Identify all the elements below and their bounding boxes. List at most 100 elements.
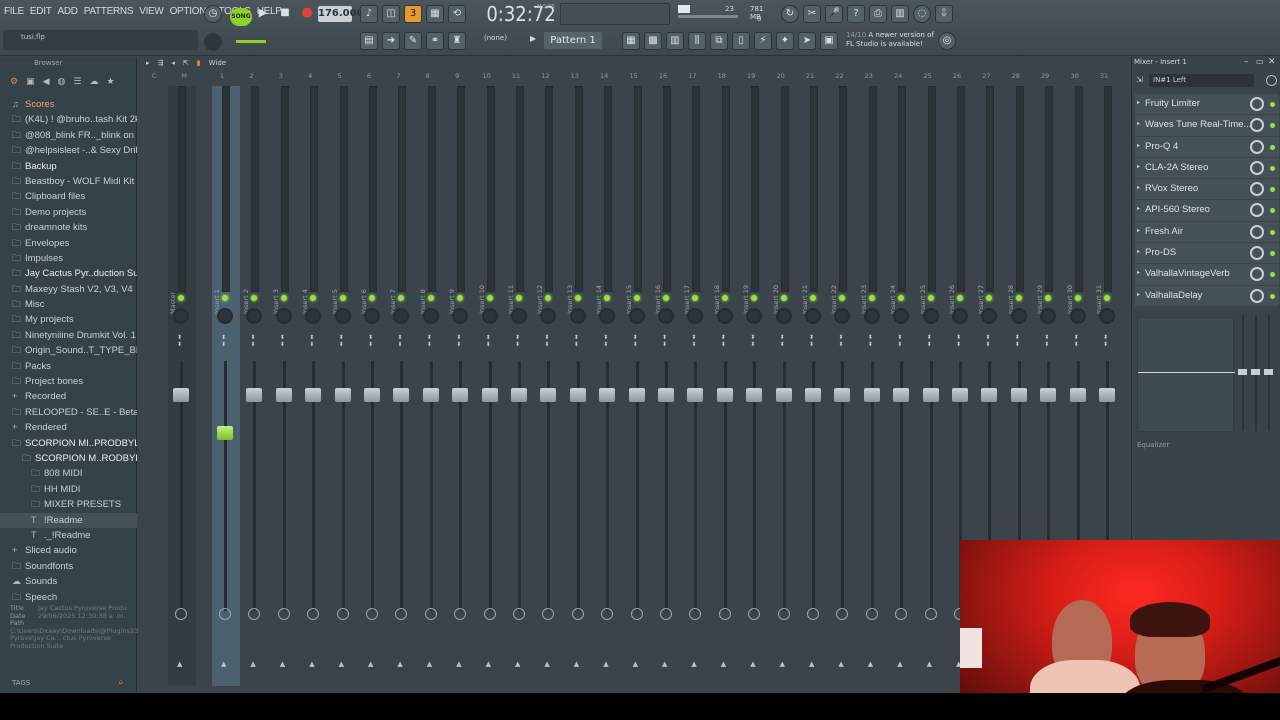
volume-fader[interactable] bbox=[334, 388, 351, 402]
file-icon[interactable]: ▯ bbox=[732, 32, 750, 50]
volume-fader[interactable] bbox=[275, 388, 292, 402]
mixer-strip-insert-6[interactable]: Insert 6 ⬍ ⬍ ▲ bbox=[359, 86, 387, 686]
send-knob[interactable] bbox=[307, 608, 320, 620]
route-arrow-icon[interactable]: ▲ bbox=[750, 660, 755, 668]
arrow-right-icon[interactable]: ➜ bbox=[382, 32, 400, 50]
stereo-arrows-icon[interactable]: ⬍ ⬍ bbox=[486, 334, 491, 348]
volume-fader[interactable] bbox=[834, 388, 851, 402]
browser-item[interactable]: 🗀 Speech bbox=[0, 590, 137, 605]
menu-view[interactable]: VIEW bbox=[139, 6, 164, 17]
stereo-arrows-icon[interactable]: ⬍ ⬍ bbox=[1074, 334, 1079, 348]
slot-arrow-icon[interactable]: ▸ bbox=[1137, 99, 1140, 106]
browser-item[interactable]: 🗀 @helpsisleet -..& Sexy Drill) bbox=[0, 143, 137, 158]
send-knob[interactable] bbox=[601, 608, 614, 620]
browser-item[interactable]: 🗀SCORPION M..RODBYLJS bbox=[0, 451, 137, 466]
news-panel[interactable]: 14/10 A newer version of FL Studio is av… bbox=[846, 31, 934, 49]
mix-level-knob[interactable] bbox=[1250, 267, 1264, 282]
faders-icon[interactable]: ⫼ bbox=[688, 32, 706, 50]
mixer-strip-insert-4[interactable]: Insert 4 ⬍ ⬍ ▲ bbox=[300, 86, 328, 686]
route-arrow-icon[interactable]: ▲ bbox=[309, 660, 314, 668]
mute-led[interactable] bbox=[280, 295, 287, 301]
browser-item[interactable]: + Sliced audio bbox=[0, 543, 137, 558]
mixer-strip-insert-12[interactable]: Insert 12 ⬍ ⬍ ▲ bbox=[535, 86, 563, 686]
slot-enable-led[interactable] bbox=[1270, 272, 1275, 278]
stereo-arrows-icon[interactable]: ⬍ ⬍ bbox=[927, 334, 932, 348]
send-knob[interactable] bbox=[424, 608, 437, 620]
effect-slot[interactable]: ▸ Pro-Q 4 bbox=[1135, 136, 1279, 158]
pan-knob[interactable] bbox=[1099, 308, 1115, 324]
route-arrow-icon[interactable]: ▲ bbox=[339, 660, 344, 668]
online-icon[interactable]: ◎ bbox=[938, 32, 956, 50]
pan-knob[interactable] bbox=[834, 308, 851, 324]
volume-fader[interactable] bbox=[687, 388, 704, 402]
send-knob[interactable] bbox=[248, 608, 261, 620]
browser-item[interactable]: + Recorded bbox=[0, 389, 137, 404]
input-icon[interactable]: ⇲ bbox=[1136, 75, 1143, 84]
brush-icon[interactable]: ✎ bbox=[404, 32, 422, 50]
pan-knob[interactable] bbox=[422, 308, 439, 324]
send-knob[interactable] bbox=[542, 608, 555, 620]
pan-knob[interactable] bbox=[173, 308, 189, 324]
route-arrow-icon[interactable]: ▲ bbox=[780, 660, 785, 668]
pan-knob[interactable] bbox=[893, 308, 910, 324]
mute-led[interactable] bbox=[178, 295, 184, 301]
send-knob[interactable] bbox=[689, 608, 702, 620]
effect-slot[interactable]: ▸ ValhallaVintageVerb bbox=[1135, 264, 1279, 286]
effect-slot[interactable]: ▸ API-560 Stereo bbox=[1135, 200, 1279, 222]
mute-led[interactable] bbox=[751, 295, 758, 301]
star-icon[interactable]: ★ bbox=[106, 77, 114, 87]
route-arrow-icon[interactable]: ▲ bbox=[515, 660, 520, 668]
mixer-strip-insert-16[interactable]: Insert 16 ⬍ ⬍ ▲ bbox=[653, 86, 681, 686]
stereo-arrows-icon[interactable]: ⬍ ⬍ bbox=[1015, 334, 1020, 348]
mixer-strip-insert-3[interactable]: Insert 3 ⬍ ⬍ ▲ bbox=[271, 86, 299, 686]
send-knob[interactable] bbox=[366, 608, 378, 620]
mix-level-knob[interactable] bbox=[1250, 118, 1264, 133]
route-arrow-icon[interactable]: ▲ bbox=[456, 660, 461, 668]
channel-rack-icon[interactable]: ▩ bbox=[644, 32, 662, 50]
mix-level-knob[interactable] bbox=[1250, 224, 1264, 239]
options-icon[interactable]: ⚙ bbox=[10, 77, 18, 87]
slot-arrow-icon[interactable]: ▸ bbox=[1137, 291, 1140, 298]
route-arrow-icon[interactable]: ▲ bbox=[250, 660, 255, 668]
mute-led[interactable] bbox=[310, 295, 317, 301]
pan-knob[interactable] bbox=[481, 308, 498, 324]
menu-edit[interactable]: EDIT bbox=[30, 6, 52, 17]
volume-fader[interactable] bbox=[305, 388, 322, 402]
stereo-arrows-icon[interactable]: ⬍ ⬍ bbox=[897, 334, 902, 348]
effect-slot[interactable]: ▸ RVox Stereo bbox=[1135, 179, 1279, 201]
browser-item[interactable]: 🗀 Beastboy - WOLF Midi Kit bbox=[0, 174, 137, 189]
slot-enable-led[interactable] bbox=[1270, 251, 1275, 257]
volume-fader[interactable] bbox=[628, 388, 645, 402]
pan-knob[interactable] bbox=[863, 308, 880, 324]
pan-knob[interactable] bbox=[217, 308, 233, 324]
slot-arrow-icon[interactable]: ▸ bbox=[1137, 120, 1140, 127]
mixer-strip-insert-10[interactable]: Insert 10 ⬍ ⬍ ▲ bbox=[477, 86, 505, 686]
pan-knob[interactable] bbox=[540, 308, 557, 324]
download-icon[interactable]: ⇩ bbox=[935, 5, 953, 23]
browser-item[interactable]: 🗀RELOOPED - SE..E - Beta Pack bbox=[0, 405, 137, 420]
pan-knob[interactable] bbox=[511, 308, 527, 324]
browser-item[interactable]: 🗀 Misc bbox=[0, 297, 137, 312]
menu-file[interactable]: FILE bbox=[4, 6, 24, 17]
effect-slot[interactable]: ▸ CLA-2A Stereo bbox=[1135, 157, 1279, 180]
browser-item[interactable]: T ._!Readme bbox=[0, 528, 137, 543]
browser-item[interactable]: ♫ Scores bbox=[0, 97, 137, 112]
mix-level-knob[interactable] bbox=[1250, 97, 1264, 111]
routing-icon[interactable]: ⧉ bbox=[710, 32, 728, 50]
arrow-icon[interactable]: ◂ bbox=[171, 59, 175, 67]
mixer-strip-insert-18[interactable]: Insert 18 ⬍ ⬍ ▲ bbox=[712, 86, 740, 686]
effect-slot[interactable]: ▸ ValhallaDelay bbox=[1135, 285, 1279, 307]
stereo-arrows-icon[interactable]: ⬍ ⬍ bbox=[603, 334, 608, 348]
plug-icon[interactable]: ⚡ bbox=[754, 32, 772, 50]
browser-item[interactable]: 🗀 Maxeyy Stash V2, V3, V4 bbox=[0, 282, 137, 297]
route-arrow-icon[interactable]: ▲ bbox=[368, 660, 373, 668]
mixer-strip-insert-9[interactable]: Insert 9 ⬍ ⬍ ▲ bbox=[447, 86, 475, 686]
browser-item[interactable]: 🗀 Project bones bbox=[0, 374, 137, 389]
browser-item[interactable]: 🗀 Envelopes bbox=[0, 236, 137, 251]
send-knob[interactable] bbox=[336, 608, 349, 620]
pan-knob[interactable] bbox=[246, 308, 263, 324]
pan-knob[interactable] bbox=[1010, 308, 1027, 324]
effect-slot[interactable]: ▸ Fruity Limiter bbox=[1135, 94, 1279, 116]
route-arrow-icon[interactable]: ▲ bbox=[280, 660, 285, 668]
mix-level-knob[interactable] bbox=[1250, 246, 1264, 261]
